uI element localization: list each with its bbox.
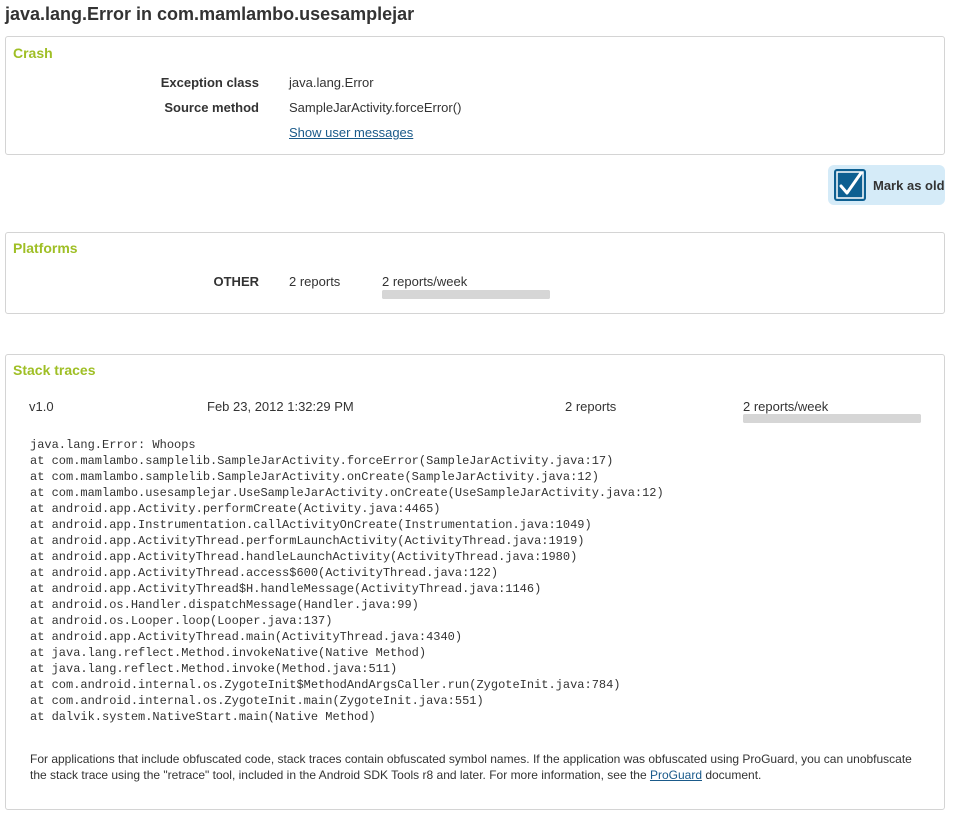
platform-rate: 2 reports/week bbox=[382, 274, 468, 289]
show-user-messages-link[interactable]: Show user messages bbox=[289, 125, 413, 140]
note-text-end: document. bbox=[702, 767, 762, 782]
platforms-section-title: Platforms bbox=[13, 240, 78, 256]
stack-trace-line: java.lang.Error: Whoops bbox=[30, 438, 196, 452]
note-text: For applications that include obfuscated… bbox=[30, 752, 912, 782]
obfuscation-note: For applications that include obfuscated… bbox=[30, 752, 930, 783]
crash-section-title: Crash bbox=[13, 45, 53, 61]
stack-trace-line: at dalvik.system.NativeStart.main(Native… bbox=[30, 710, 376, 724]
stack-trace-text: java.lang.Error: Whoops at com.mamlambo.s… bbox=[30, 437, 664, 725]
proguard-link[interactable]: ProGuard bbox=[650, 768, 702, 782]
platform-reports: 2 reports bbox=[289, 274, 341, 289]
mark-as-old-button[interactable]: Mark as old bbox=[828, 165, 945, 205]
trace-rate-bar bbox=[743, 414, 921, 423]
stack-trace-line: at android.app.ActivityThread.access$600… bbox=[30, 566, 499, 580]
page-title: java.lang.Error in com.mamlambo.usesampl… bbox=[5, 4, 415, 24]
trace-rate-bar-fill bbox=[743, 414, 921, 423]
stack-trace-line: at android.app.ActivityThread.performLau… bbox=[30, 534, 585, 548]
platform-name: OTHER bbox=[213, 274, 260, 289]
platform-rate-bar bbox=[382, 290, 550, 299]
stack-trace-line: at com.android.internal.os.ZygoteInit$Me… bbox=[30, 678, 621, 692]
source-method-value: SampleJarActivity.forceError() bbox=[289, 100, 462, 115]
stack-trace-line: at android.os.Handler.dispatchMessage(Ha… bbox=[30, 598, 419, 612]
stack-trace-line: at com.android.internal.os.ZygoteInit.ma… bbox=[30, 694, 484, 708]
source-method-label: Source method bbox=[164, 100, 259, 115]
stack-trace-line: at android.app.ActivityThread.handleLaun… bbox=[30, 550, 578, 564]
stack-trace-line: at java.lang.reflect.Method.invokeNative… bbox=[30, 646, 427, 660]
stack-trace-line: at android.os.Looper.loop(Looper.java:13… bbox=[30, 614, 333, 628]
trace-version: v1.0 bbox=[29, 399, 54, 414]
trace-date: Feb 23, 2012 1:32:29 PM bbox=[207, 399, 354, 414]
stack-trace-line: at java.lang.reflect.Method.invoke(Metho… bbox=[30, 662, 398, 676]
stack-trace-line: at android.app.Activity.performCreate(Ac… bbox=[30, 502, 441, 516]
stack-trace-line: at com.mamlambo.samplelib.SampleJarActiv… bbox=[30, 454, 614, 468]
stack-trace-line: at android.app.ActivityThread$H.handleMe… bbox=[30, 582, 542, 596]
platforms-panel: Platforms OTHER 2 reports 2 reports/week bbox=[5, 232, 945, 314]
stack-trace-line: at android.app.Instrumentation.callActiv… bbox=[30, 518, 592, 532]
stack-trace-line: at com.mamlambo.samplelib.SampleJarActiv… bbox=[30, 470, 599, 484]
stack-trace-line: at android.app.ActivityThread.main(Activ… bbox=[30, 630, 463, 644]
stack-traces-section-title: Stack traces bbox=[13, 362, 96, 378]
exception-class-label: Exception class bbox=[160, 75, 259, 90]
mark-as-old-label: Mark as old bbox=[873, 177, 945, 193]
stack-trace-line: at com.mamlambo.usesamplejar.UseSampleJa… bbox=[30, 486, 664, 500]
trace-rate: 2 reports/week bbox=[743, 399, 829, 414]
exception-class-value: java.lang.Error bbox=[289, 75, 374, 90]
trace-reports: 2 reports bbox=[565, 399, 617, 414]
platform-rate-bar-fill bbox=[382, 290, 550, 299]
stack-traces-panel: Stack traces v1.0 Feb 23, 2012 1:32:29 P… bbox=[5, 354, 945, 810]
checkbox-checked-icon[interactable] bbox=[834, 169, 866, 201]
crash-panel: Crash Exception class java.lang.Error So… bbox=[5, 36, 945, 155]
